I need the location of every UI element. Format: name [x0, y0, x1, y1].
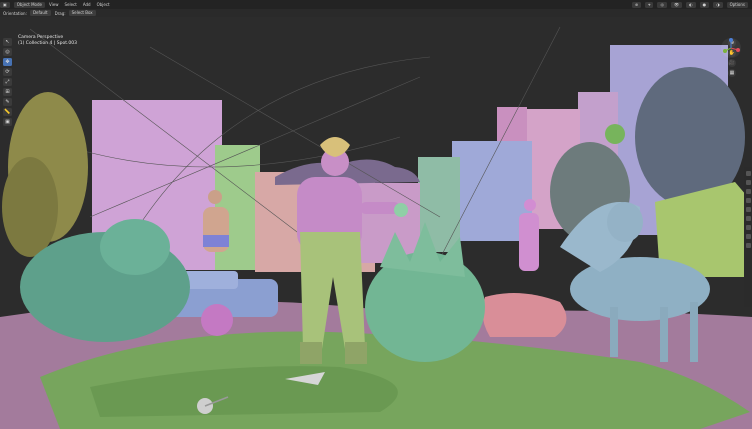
- creature-pink: [201, 304, 233, 336]
- tab-tool[interactable]: [745, 180, 751, 185]
- pegasus-leg: [660, 307, 668, 362]
- drag-dropdown[interactable]: Select Box: [68, 10, 96, 16]
- menu-object[interactable]: Object: [97, 2, 110, 7]
- drag-label: Drag:: [54, 10, 66, 16]
- menu-add[interactable]: Add: [83, 2, 91, 7]
- tool-settings-bar: Orientation: Default Drag: Select Box: [0, 9, 752, 17]
- toolbar: ↖ ◎ ✥ ⟳ ⤢ ⊞ ✎ 📏 ▣: [3, 38, 14, 128]
- orientation-label: Orientation:: [3, 10, 27, 16]
- menu-select[interactable]: Select: [64, 2, 76, 7]
- pegasus-leg: [690, 302, 698, 362]
- editor-header: ▣ Object Mode View Select Add Object ⊕ ⌖…: [0, 0, 752, 9]
- shading-solid-button[interactable]: ●: [699, 1, 710, 8]
- hero-boot: [300, 342, 322, 364]
- transform-icon[interactable]: ⊞: [3, 88, 12, 96]
- monster-head: [100, 219, 170, 275]
- viewport-3d[interactable]: Camera Perspective (1) Collection 4 | Sp…: [0, 17, 752, 429]
- man-shorts: [203, 235, 229, 247]
- man-head: [208, 190, 222, 204]
- scene-render: [0, 17, 752, 429]
- move-icon[interactable]: ✥: [3, 58, 12, 66]
- snap-button[interactable]: ⌖: [645, 1, 654, 8]
- pegasus-head: [607, 202, 643, 242]
- tab-extra[interactable]: [745, 234, 751, 239]
- grid-icon[interactable]: ▦: [728, 69, 736, 77]
- target-icon[interactable]: ◎: [3, 48, 12, 56]
- axis-gizmo[interactable]: [720, 37, 742, 59]
- menu-view[interactable]: View: [49, 2, 59, 7]
- pegasus-body: [570, 257, 710, 321]
- cube-icon[interactable]: ▣: [3, 118, 12, 126]
- tab-edit[interactable]: [745, 198, 751, 203]
- tab-item[interactable]: [745, 171, 751, 176]
- orb: [394, 203, 408, 217]
- woman: [519, 213, 539, 271]
- collection-info: (1) Collection 4 | Spot.003: [18, 40, 77, 46]
- ruler-icon[interactable]: 📏: [3, 108, 12, 116]
- pencil-icon[interactable]: ✎: [3, 98, 12, 106]
- tab-extra[interactable]: [745, 207, 751, 212]
- scale-icon[interactable]: ⤢: [3, 78, 12, 86]
- sidebar-tabs: [744, 167, 752, 307]
- tab-extra[interactable]: [745, 243, 751, 248]
- camera-icon[interactable]: 🎥: [728, 59, 736, 67]
- tab-extra[interactable]: [745, 225, 751, 230]
- global-button[interactable]: ⊕: [631, 1, 642, 8]
- visibility-button[interactable]: 👁: [670, 1, 683, 8]
- navigation-gizmo[interactable]: ⊕ ✋ 🎥 ▦: [720, 37, 744, 79]
- tab-extra[interactable]: [745, 216, 751, 221]
- hero-arm: [360, 202, 400, 214]
- overlays-button[interactable]: ◐: [686, 1, 696, 8]
- proportional-edit-button[interactable]: ◎: [657, 1, 667, 8]
- pegasus-leg: [610, 307, 618, 357]
- flying-creature: [605, 124, 625, 144]
- mode-selector[interactable]: Object Mode: [13, 1, 45, 8]
- woman-head: [524, 199, 536, 211]
- tab-view[interactable]: [745, 189, 751, 194]
- orientation-dropdown[interactable]: Default: [29, 10, 51, 16]
- viewport-info: Camera Perspective (1) Collection 4 | Sp…: [18, 35, 77, 46]
- cursor-icon[interactable]: ↖: [3, 38, 12, 46]
- tree-left: [2, 157, 58, 257]
- hero-boot: [345, 342, 367, 364]
- editor-type-button[interactable]: ▣: [0, 1, 10, 8]
- options-button[interactable]: Options: [726, 1, 748, 8]
- shading-material-button[interactable]: ◑: [713, 1, 723, 8]
- rotate-icon[interactable]: ⟳: [3, 68, 12, 76]
